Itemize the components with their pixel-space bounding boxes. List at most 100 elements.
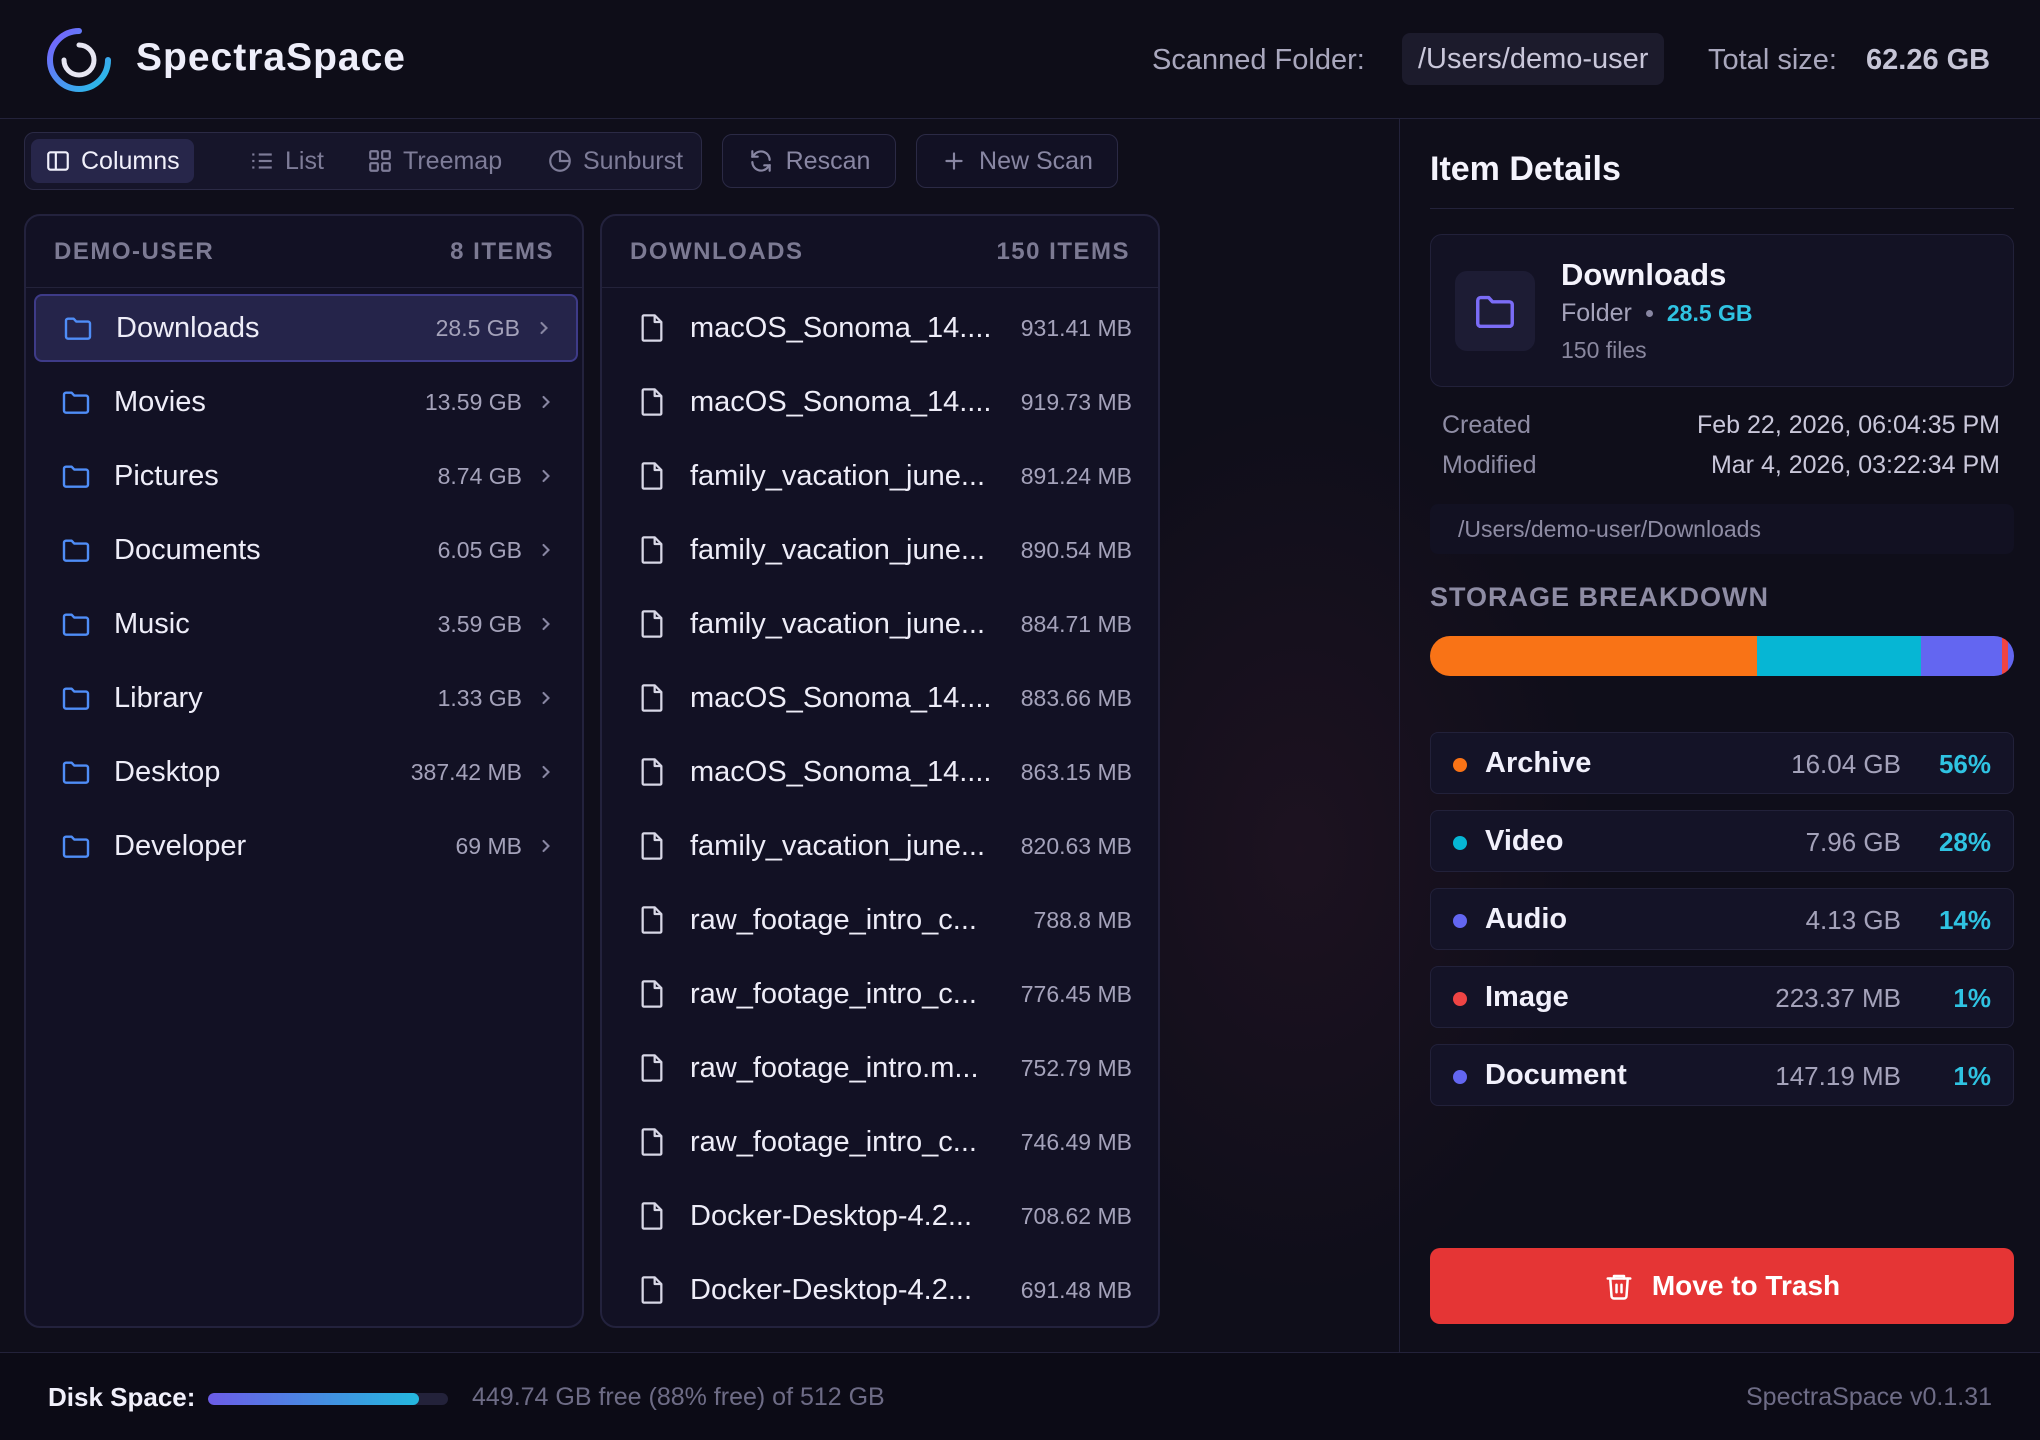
file-icon [641, 1202, 663, 1230]
file-row[interactable]: raw_footage_intro_c... 788.8 MB [610, 886, 1154, 954]
category-row-archive[interactable]: Archive 16.04 GB 56% [1430, 732, 2014, 794]
file-icon [641, 758, 663, 786]
folder-name: Pictures [114, 459, 219, 492]
file-size: 788.8 MB [1033, 906, 1132, 933]
rescan-label: Rescan [785, 146, 871, 175]
chevron-right-icon [542, 469, 550, 483]
category-row-document[interactable]: Document 147.19 MB 1% [1430, 1044, 2014, 1106]
modified-label: Modified [1442, 451, 1537, 479]
folder-row[interactable]: Music 3.59 GB [34, 590, 578, 658]
file-row[interactable]: macOS_Sonoma_14.... 863.15 MB [610, 738, 1154, 806]
file-icon [641, 536, 663, 564]
file-icon [641, 684, 663, 712]
move-to-trash-button[interactable]: Move to Trash [1430, 1248, 2014, 1324]
column-header: DEMO-USER 8 ITEMS [26, 216, 582, 288]
category-row-image[interactable]: Image 223.37 MB 1% [1430, 966, 2014, 1028]
rescan-button[interactable]: Rescan [722, 134, 896, 188]
file-name: macOS_Sonoma_14.... [690, 385, 992, 418]
file-row[interactable]: raw_footage_intro_c... 776.45 MB [610, 960, 1154, 1028]
details-separator [1430, 208, 2014, 209]
disk-space-label: Disk Space: [48, 1382, 196, 1412]
total-size-label: Total size: [1708, 44, 1837, 76]
folder-name: Movies [114, 385, 206, 418]
folder-row[interactable]: Library 1.33 GB [34, 664, 578, 732]
columns-view-button[interactable]: Columns [31, 139, 194, 183]
file-size: 752.79 MB [1020, 1054, 1132, 1081]
folder-row[interactable]: Desktop 387.42 MB [34, 738, 578, 806]
folder-icon [62, 687, 90, 710]
category-percent: 28% [1938, 827, 1991, 857]
separator-dot [1645, 310, 1653, 317]
file-size: 919.73 MB [1020, 388, 1132, 415]
category-row-video[interactable]: Video 7.96 GB 28% [1430, 810, 2014, 872]
list-view-button[interactable]: List [235, 139, 338, 183]
file-size: 691.48 MB [1020, 1276, 1132, 1303]
column-title: DOWNLOADS [630, 237, 804, 265]
file-row[interactable]: family_vacation_june... 891.24 MB [610, 442, 1154, 510]
item-size: 28.5 GB [1666, 300, 1753, 326]
file-row[interactable]: Docker-Desktop-4.2... 691.48 MB [610, 1256, 1154, 1324]
details-divider [1399, 119, 1400, 1352]
file-size: 891.24 MB [1020, 462, 1132, 489]
category-color-dot [1453, 758, 1467, 772]
disk-space-fill [208, 1393, 420, 1405]
file-row[interactable]: raw_footage_intro.m... 752.79 MB [610, 1034, 1154, 1102]
file-row[interactable]: raw_footage_intro_c... 746.49 MB [610, 1108, 1154, 1176]
file-row[interactable]: family_vacation_june... 884.71 MB [610, 590, 1154, 658]
new-scan-button[interactable]: New Scan [916, 134, 1118, 188]
folder-row[interactable]: Pictures 8.74 GB [34, 442, 578, 510]
folder-icon [1476, 295, 1514, 329]
category-row-audio[interactable]: Audio 4.13 GB 14% [1430, 888, 2014, 950]
file-size: 883.66 MB [1020, 684, 1132, 711]
treemap-icon [369, 150, 391, 172]
file-icon [641, 610, 663, 638]
item-summary-card: Downloads Folder 28.5 GB 150 files [1430, 234, 2014, 387]
refresh-icon [750, 150, 771, 172]
file-row[interactable]: macOS_Sonoma_14.... 883.66 MB [610, 664, 1154, 732]
file-size: 708.62 MB [1020, 1202, 1132, 1229]
file-name: raw_footage_intro.m... [690, 1051, 979, 1084]
file-name: family_vacation_june... [690, 829, 985, 862]
item-type: Folder [1561, 299, 1632, 327]
folder-size: 69 MB [455, 832, 522, 859]
treemap-view-button[interactable]: Treemap [353, 139, 516, 183]
folder-name: Downloads [116, 311, 260, 344]
folder-row[interactable]: Documents 6.05 GB [34, 516, 578, 584]
file-row[interactable]: family_vacation_june... 890.54 MB [610, 516, 1154, 584]
folder-size: 13.59 GB [424, 388, 522, 415]
file-row[interactable]: macOS_Sonoma_14.... 931.41 MB [610, 294, 1154, 362]
chevron-right-icon [542, 691, 550, 705]
item-path: /Users/demo-user/Downloads [1430, 504, 2014, 554]
folder-size: 6.05 GB [437, 536, 522, 563]
category-size: 7.96 GB [1805, 827, 1901, 857]
folder-icon [62, 613, 90, 636]
folder-row[interactable]: Downloads 28.5 GB [34, 294, 578, 362]
move-to-trash-label: Move to Trash [1651, 1270, 1841, 1301]
sunburst-view-button[interactable]: Sunburst [533, 139, 697, 183]
file-row[interactable]: family_vacation_june... 820.63 MB [610, 812, 1154, 880]
file-icon [641, 1054, 663, 1082]
file-row[interactable]: macOS_Sonoma_14.... 919.73 MB [610, 368, 1154, 436]
category-name: Video [1485, 825, 1564, 857]
file-row[interactable]: Docker-Desktop-4.2... 708.62 MB [610, 1182, 1154, 1250]
folder-size: 28.5 GB [435, 314, 520, 341]
folder-name: Documents [114, 533, 261, 566]
column-downloads: DOWNLOADS 150 ITEMS macOS_Sonoma_14.... 9… [600, 214, 1160, 1328]
file-name: macOS_Sonoma_14.... [690, 681, 992, 714]
folder-icon [62, 391, 90, 414]
file-size: 884.71 MB [1020, 610, 1132, 637]
category-color-dot [1453, 914, 1467, 928]
file-name: family_vacation_june... [690, 533, 985, 566]
folder-size: 387.42 MB [410, 758, 522, 785]
breakdown-segment-archive [1430, 636, 1758, 676]
folder-row[interactable]: Developer 69 MB [34, 812, 578, 880]
folder-icon [62, 539, 90, 562]
app-version: SpectraSpace v0.1.31 [1746, 1383, 1992, 1411]
folder-icon [64, 317, 92, 340]
folder-row[interactable]: Movies 13.59 GB [34, 368, 578, 436]
column-demo-user: DEMO-USER 8 ITEMS Downloads 28.5 GB Movies… [24, 214, 584, 1328]
category-name: Document [1485, 1059, 1627, 1091]
chevron-right-icon [542, 617, 550, 631]
app-header: SpectraSpace Scanned Folder: /Users/demo… [0, 0, 2040, 119]
breakdown-segment-audio [1920, 636, 2003, 676]
